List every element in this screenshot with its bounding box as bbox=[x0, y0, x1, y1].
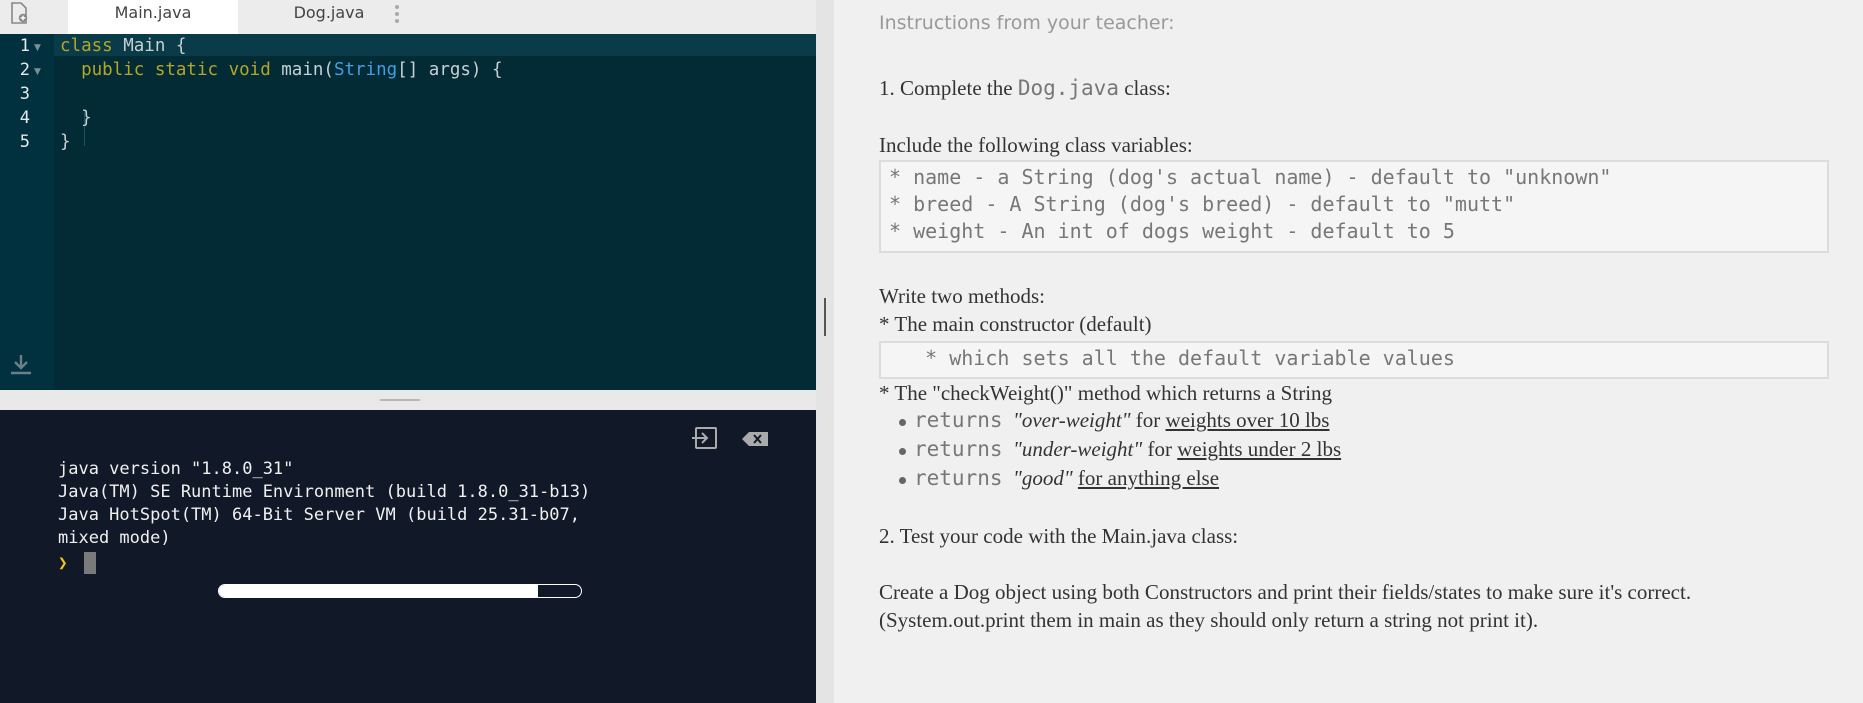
line-number: 4 bbox=[19, 108, 30, 128]
console-line: java version "1.8.0_31" bbox=[58, 459, 294, 479]
fold-arrow-icon[interactable]: ▼ bbox=[34, 43, 41, 53]
step-1-heading: 1. Complete the Dog.java class: bbox=[879, 76, 1171, 100]
instructions-pane: Instructions from your teacher: 1. Compl… bbox=[834, 0, 1863, 703]
progress-bar bbox=[218, 584, 582, 598]
tab-bar: Main.java Dog.java bbox=[0, 0, 816, 34]
console-line: Java HotSpot(TM) 64-Bit Server VM (build… bbox=[58, 505, 580, 525]
step-2-heading: 2. Test your code with the Main.java cla… bbox=[879, 524, 1239, 548]
download-icon[interactable] bbox=[8, 352, 34, 378]
prompt-icon: ❯ bbox=[58, 553, 68, 572]
tab-menu-icon[interactable] bbox=[392, 2, 402, 26]
final-instruction-line: (System.out.print them in main as they s… bbox=[879, 608, 1539, 632]
line-number-gutter: 1 ▼ 2 ▼ 3 4 5 bbox=[0, 34, 54, 390]
line-number: 1 bbox=[19, 36, 30, 56]
variables-code-block: * name - a String (dog's actual name) - … bbox=[879, 160, 1829, 253]
code-line: public static void main(String[] args) { bbox=[81, 60, 503, 80]
console-line: mixed mode) bbox=[58, 528, 171, 548]
fold-arrow-icon[interactable]: ▼ bbox=[34, 67, 41, 77]
clear-console-icon[interactable] bbox=[740, 430, 770, 448]
methods-intro: Write two methods: bbox=[879, 284, 1045, 308]
line-number: 2 bbox=[19, 60, 30, 80]
editor-pane: Main.java Dog.java 1 ▼ 2 ▼ 3 4 5 class M… bbox=[0, 0, 816, 703]
method-constructor: * The main constructor (default) bbox=[879, 312, 1152, 336]
ide-window: Main.java Dog.java 1 ▼ 2 ▼ 3 4 5 class M… bbox=[0, 0, 1863, 703]
line-number: 5 bbox=[19, 132, 30, 152]
console-line: Java(TM) SE Runtime Environment (build 1… bbox=[58, 482, 591, 502]
new-file-icon[interactable] bbox=[10, 2, 28, 24]
variable-line: * name - a String (dog's actual name) - … bbox=[889, 165, 1612, 189]
code-line: } bbox=[60, 108, 92, 128]
line-number: 3 bbox=[19, 84, 30, 104]
variable-line: * weight - An int of dogs weight - defau… bbox=[889, 219, 1455, 243]
method-checkweight: * The "checkWeight()" method which retur… bbox=[879, 381, 1333, 405]
list-item: returns "over-weight" for weights over 1… bbox=[899, 406, 1341, 435]
exit-icon[interactable] bbox=[690, 426, 718, 450]
tab-main-java[interactable]: Main.java bbox=[68, 0, 238, 34]
code-line: class Main { bbox=[60, 36, 187, 56]
resize-grip-icon[interactable] bbox=[380, 399, 420, 401]
code-line: } bbox=[60, 132, 71, 152]
pane-resize-handle[interactable] bbox=[0, 390, 816, 410]
instructions-header: Instructions from your teacher: bbox=[879, 12, 1175, 34]
tab-dog-java[interactable]: Dog.java bbox=[244, 0, 414, 34]
constructor-detail: * which sets all the default variable va… bbox=[889, 346, 1455, 370]
list-item: returns "good" for anything else bbox=[899, 464, 1341, 493]
code-editor[interactable]: 1 ▼ 2 ▼ 3 4 5 class Main { public static… bbox=[0, 34, 816, 390]
text-cursor bbox=[84, 552, 96, 574]
variables-intro: Include the following class variables: bbox=[879, 133, 1193, 157]
vertical-split-handle[interactable] bbox=[816, 0, 834, 703]
variable-line: * breed - A String (dog's breed) - defau… bbox=[889, 192, 1516, 216]
final-instruction-line: Create a Dog object using both Construct… bbox=[879, 580, 1692, 604]
returns-list: returns "over-weight" for weights over 1… bbox=[899, 406, 1341, 493]
split-grip-icon[interactable] bbox=[824, 298, 826, 336]
console-panel[interactable]: java version "1.8.0_31" Java(TM) SE Runti… bbox=[0, 410, 816, 703]
console-output: java version "1.8.0_31" Java(TM) SE Runti… bbox=[58, 458, 758, 550]
list-item: returns "under-weight" for weights under… bbox=[899, 435, 1341, 464]
progress-fill bbox=[219, 585, 538, 597]
constructor-code-block: * which sets all the default variable va… bbox=[879, 341, 1829, 379]
